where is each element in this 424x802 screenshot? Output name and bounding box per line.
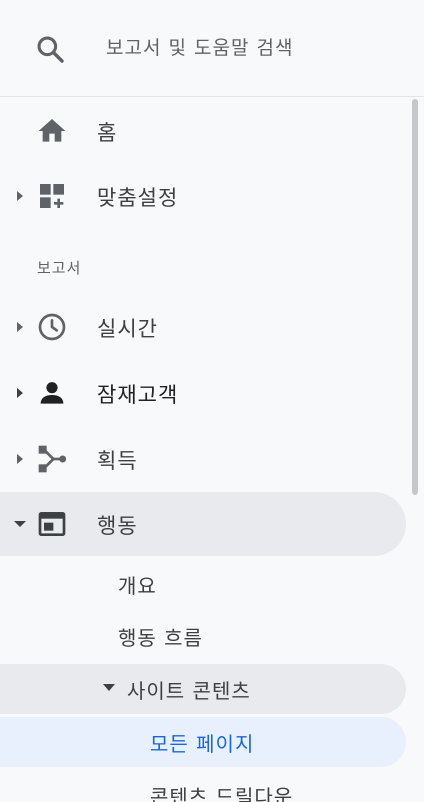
caret-right-icon[interactable]	[14, 451, 26, 467]
clock-icon	[38, 313, 66, 341]
nav-subitem-site-content[interactable]: 사이트 콘텐츠	[0, 664, 406, 714]
nav-item-audience[interactable]: 잠재고객	[0, 361, 406, 425]
nav-item-customization[interactable]: 맞춤설정	[0, 164, 406, 228]
section-heading-reports: 보고서	[37, 259, 82, 277]
scrollbar[interactable]	[409, 97, 421, 802]
nav-subitem-behavior-flow[interactable]: 행동 흐름	[0, 611, 406, 661]
nav-item-label: 맞춤설정	[97, 186, 179, 210]
nav-item-label: 행동	[97, 514, 138, 538]
nav-subitem-label: 개요	[118, 574, 157, 598]
nav-item-acquisition[interactable]: 획득	[0, 427, 406, 491]
nav-item-label: 잠재고객	[97, 383, 179, 407]
dashboard-add-icon	[40, 184, 64, 208]
caret-right-icon[interactable]	[14, 385, 26, 401]
nav-subitem-label: 모든 페이지	[150, 732, 255, 756]
nav-item-label: 실시간	[97, 317, 158, 341]
caret-down-icon[interactable]	[14, 516, 26, 532]
nav-subitem-label: 사이트 콘텐츠	[127, 679, 251, 703]
search-bar[interactable]: 보고서 및 도움말 검색	[0, 0, 424, 97]
nav-item-realtime[interactable]: 실시간	[0, 295, 406, 359]
nav-item-label: 홈	[97, 121, 118, 145]
nav-subitem-overview[interactable]: 개요	[0, 559, 406, 609]
home-icon	[38, 119, 66, 142]
person-icon	[40, 382, 64, 404]
search-input[interactable]: 보고서 및 도움말 검색	[106, 33, 293, 60]
behavior-icon	[38, 512, 66, 536]
sidebar-nav: 홈 맞춤설정 보고서 실시간 잠재고객 획득 행동 개요 행동 흐름 사이트 콘…	[0, 97, 406, 802]
nav-subitem-label: 행동 흐름	[118, 626, 203, 650]
search-icon[interactable]	[34, 33, 66, 65]
nav-item-behavior[interactable]: 행동	[0, 492, 406, 556]
nav-item-home[interactable]: 홈	[0, 99, 406, 163]
caret-down-icon[interactable]	[102, 682, 116, 694]
nav-item-label: 획득	[97, 449, 138, 473]
caret-right-icon[interactable]	[14, 188, 26, 204]
scrollbar-thumb[interactable]	[412, 99, 418, 495]
nav-subitem-all-pages[interactable]: 모든 페이지	[0, 717, 406, 767]
nav-subitem-content-drilldown[interactable]: 콘텐츠 드릴다운	[0, 770, 406, 802]
acquisition-icon	[38, 445, 67, 473]
nav-subitem-label: 콘텐츠 드릴다운	[150, 785, 294, 802]
caret-right-icon[interactable]	[14, 319, 26, 335]
